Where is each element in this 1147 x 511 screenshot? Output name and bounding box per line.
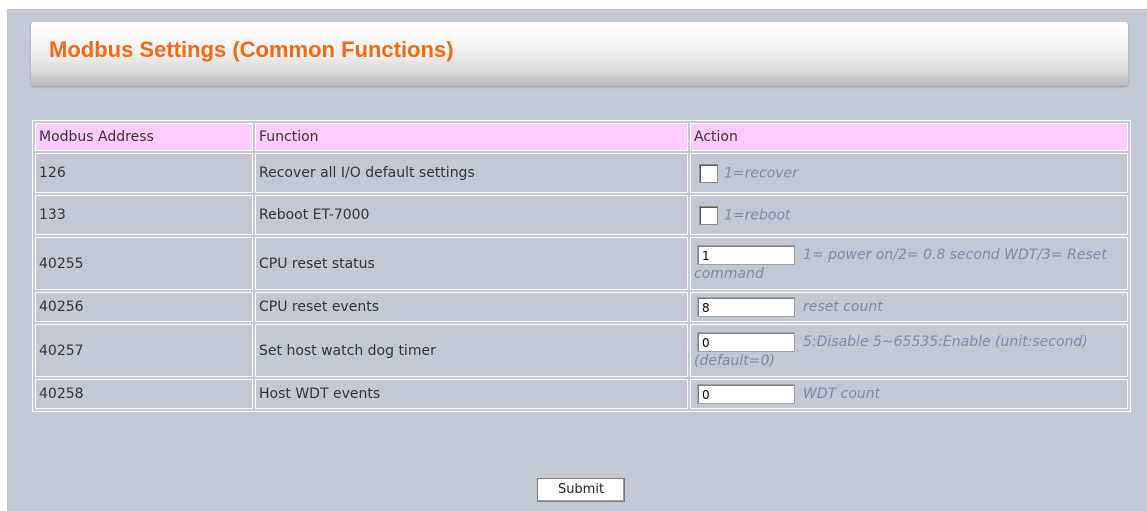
address-cell: 40258 [35,379,253,409]
action-cell: 1 1= power on/2= 0.8 second WDT/3= Reset … [690,237,1128,290]
reboot-hint: 1=reboot [724,207,791,223]
address-cell: 40257 [35,324,253,377]
table-header-row: Modbus Address Function Action [35,123,1128,151]
table-row: 40257 Set host watch dog timer 0 5:Disabl… [35,324,1128,377]
host-watchdog-timer-input[interactable]: 0 [697,331,795,352]
action-cell: 0 WDT count [690,379,1128,409]
function-cell: Reboot ET-7000 [255,195,688,235]
host-wdt-events-input[interactable]: 0 [697,384,795,404]
address-cell: 40255 [35,237,253,290]
modbus-settings-table: Modbus Address Function Action 126 Recov… [32,120,1131,412]
recover-checkbox[interactable] [699,163,718,183]
function-cell: Set host watch dog timer [255,324,688,377]
header-function: Function [255,123,688,151]
table-row: 133 Reboot ET-7000 1=reboot [35,195,1128,235]
page-title: Modbus Settings (Common Functions) [49,37,454,62]
function-cell: CPU reset status [255,237,688,290]
action-cell: 8 reset count [690,292,1128,322]
reboot-checkbox[interactable] [699,205,718,225]
submit-button[interactable]: Submit [537,478,625,502]
action-cell: 0 5:Disable 5~65535:Enable (unit:second) … [690,324,1128,377]
function-cell: CPU reset events [255,292,688,322]
host-wdt-events-hint: WDT count [803,386,881,402]
header-action: Action [690,123,1128,151]
cpu-reset-events-hint: reset count [803,299,883,315]
address-cell: 40256 [35,292,253,322]
function-cell: Recover all I/O default settings [255,153,688,193]
table-row: 40256 CPU reset events 8 reset count [35,292,1128,322]
table-row: 126 Recover all I/O default settings 1=r… [35,153,1128,193]
recover-hint: 1=recover [724,165,798,181]
table-row: 40258 Host WDT events 0 WDT count [35,379,1128,409]
table-row: 40255 CPU reset status 1 1= power on/2= 0… [35,237,1128,290]
function-cell: Host WDT events [255,379,688,409]
action-cell: 1=reboot [690,195,1128,235]
cpu-reset-status-input[interactable]: 1 [697,244,795,265]
address-cell: 133 [35,195,253,235]
title-bar: Modbus Settings (Common Functions) [31,22,1128,86]
action-cell: 1=recover [690,153,1128,193]
header-modbus-address: Modbus Address [35,123,253,151]
cpu-reset-events-input[interactable]: 8 [697,297,795,317]
address-cell: 126 [35,153,253,193]
